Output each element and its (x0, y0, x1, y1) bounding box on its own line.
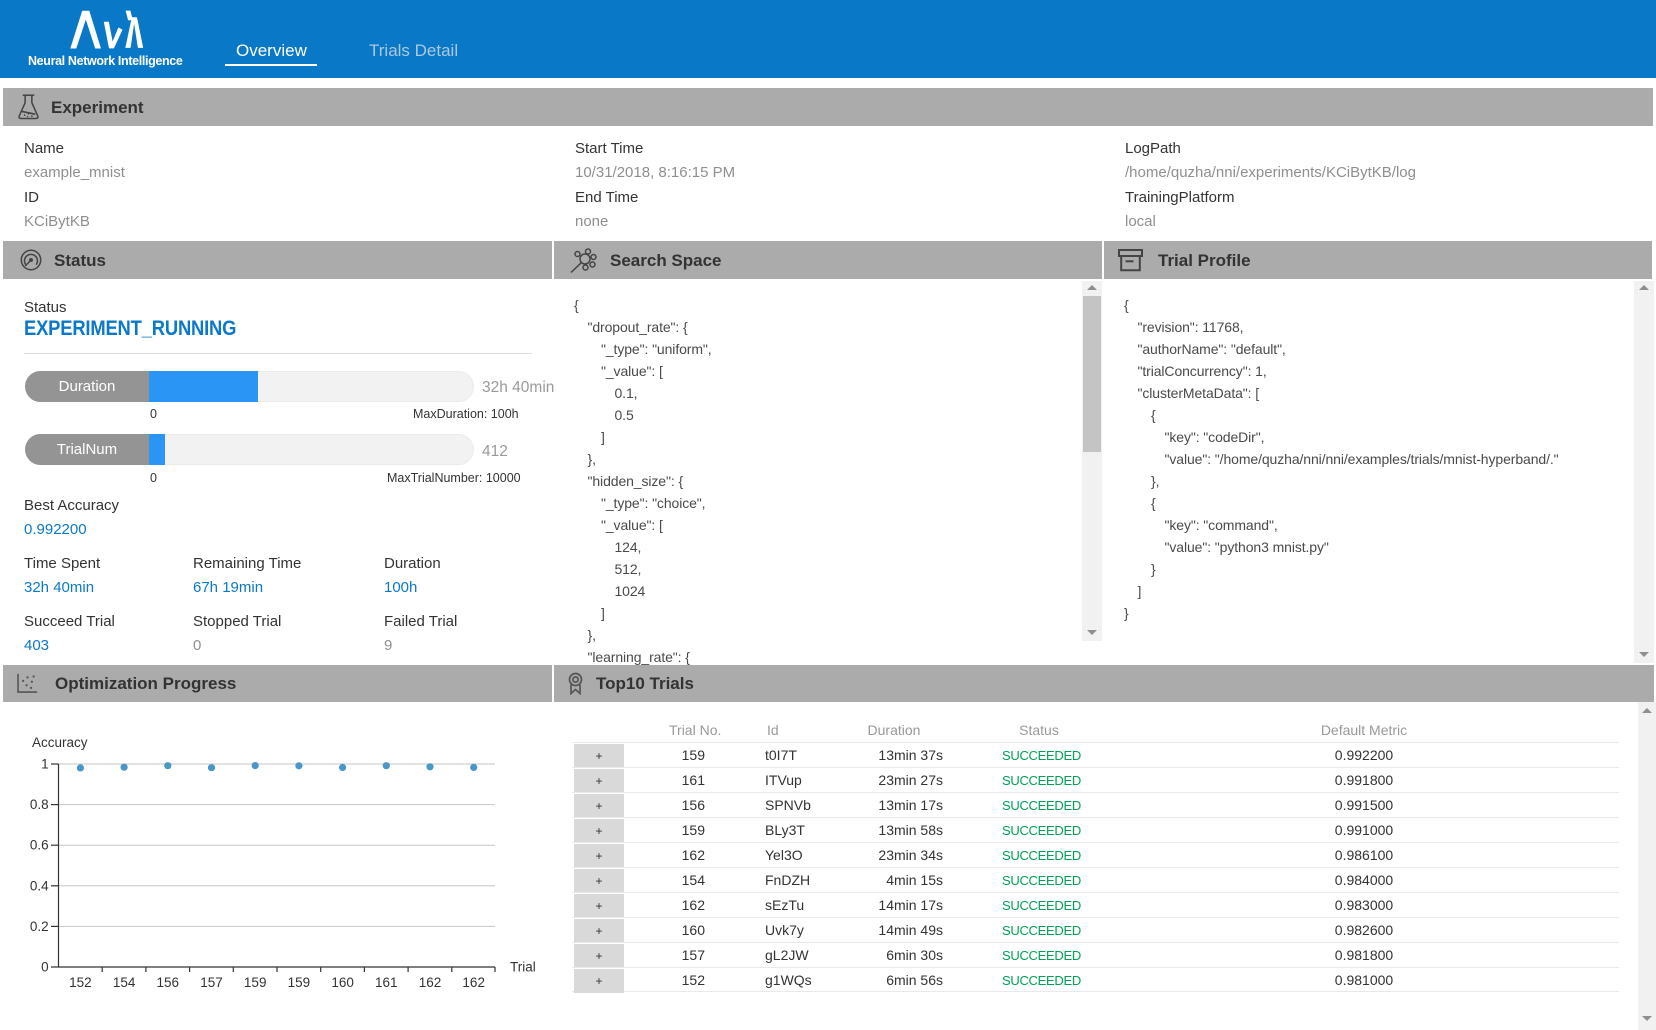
svg-text:0: 0 (41, 960, 49, 975)
svg-text:Accuracy: Accuracy (32, 735, 88, 750)
svg-text:Trial: Trial (510, 960, 536, 975)
svg-text:161: 161 (375, 975, 398, 990)
svg-text:156: 156 (157, 975, 180, 990)
svg-text:0.8: 0.8 (30, 797, 49, 812)
svg-text:160: 160 (331, 975, 354, 990)
svg-text:162: 162 (419, 975, 442, 990)
svg-text:154: 154 (113, 975, 136, 990)
svg-text:162: 162 (462, 975, 485, 990)
svg-text:152: 152 (69, 975, 92, 990)
svg-text:1: 1 (41, 757, 49, 772)
svg-text:159: 159 (288, 975, 311, 990)
svg-text:0.6: 0.6 (30, 838, 49, 853)
svg-text:157: 157 (200, 975, 223, 990)
svg-text:0.2: 0.2 (30, 919, 49, 934)
svg-text:0.4: 0.4 (30, 878, 49, 893)
svg-text:159: 159 (244, 975, 267, 990)
